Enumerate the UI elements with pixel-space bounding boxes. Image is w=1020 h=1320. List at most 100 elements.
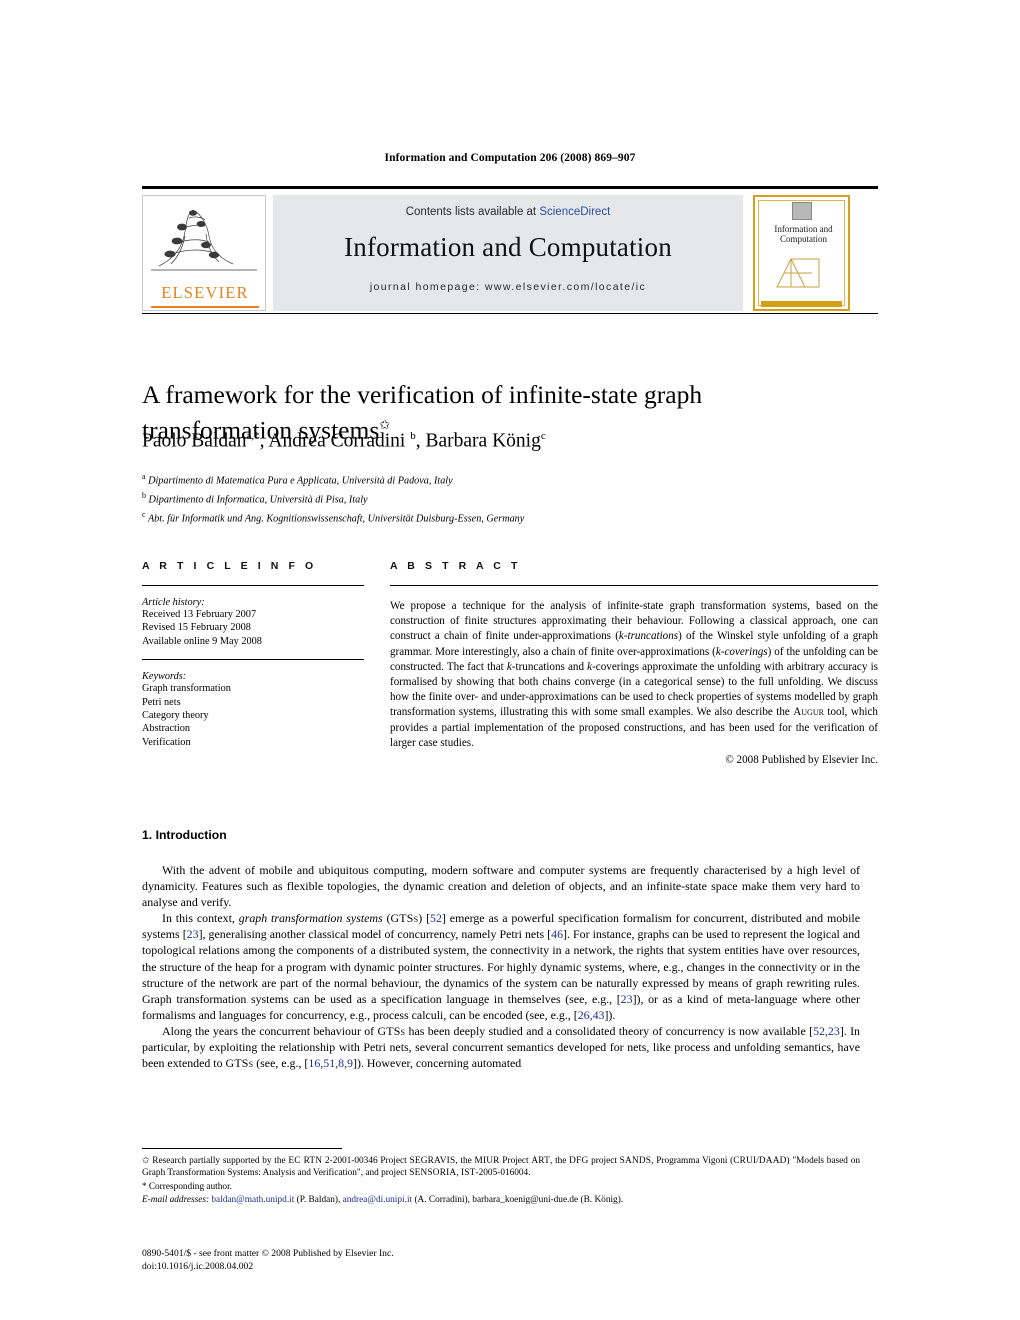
cover-swatch	[791, 202, 812, 220]
author-name: Paolo Baldan	[142, 430, 247, 452]
body-paragraph: Along the years the concurrent behaviour…	[142, 1023, 860, 1071]
email-label: E-mail addresses:	[142, 1195, 210, 1206]
elsevier-rule	[151, 306, 259, 308]
journal-info-box: Contents lists available at ScienceDirec…	[273, 195, 743, 311]
footnote-corresponding: * Corresponding author.	[142, 1180, 860, 1193]
body-paragraph: With the advent of mobile and ubiquitous…	[142, 863, 860, 910]
acronym: SENSORIA	[409, 1168, 457, 1179]
abstract-column: A B S T R A C T We propose a technique f…	[390, 560, 878, 766]
footnote-corresponding-text: Corresponding author.	[148, 1182, 232, 1193]
footnote-funding-mark: ✩	[142, 1155, 150, 1165]
affiliation-text: Dipartimento di Matematica Pura e Applic…	[148, 475, 453, 487]
abstract-copyright: © 2008 Published by Elsevier Inc.	[725, 754, 878, 767]
abstract-run: -truncations and	[511, 660, 588, 673]
footnote-funding-text: Research partially supported by the EC R…	[142, 1156, 860, 1179]
citation-link[interactable]: 52	[430, 911, 442, 925]
acronym: DFG	[569, 1156, 589, 1166]
masthead-bottom-rule	[142, 313, 878, 315]
acronym-gts: GTSs	[390, 911, 419, 926]
acronym: DAAD	[758, 1156, 787, 1166]
abstract-text: We propose a technique for the analysis …	[390, 599, 878, 751]
footnote-funding: ✩ Research partially supported by the EC…	[142, 1154, 860, 1179]
affiliation-text: Abt. für Informatik und Ang. Kognitionsw…	[147, 513, 525, 525]
footnote-rule	[142, 1148, 342, 1149]
acronym: SEGRAVIS	[409, 1156, 456, 1166]
citation-link[interactable]: 23	[187, 927, 199, 941]
journal-cover-thumbnail: Information and Computation	[753, 195, 850, 311]
affiliation-text: Dipartimento di Informatica, Università …	[148, 494, 368, 506]
email-owner: (A. Corradini),	[412, 1195, 473, 1206]
affiliation-mark: a	[142, 472, 146, 481]
email-address: barbara_koenig@uni-due.de	[472, 1195, 579, 1206]
contents-available-line: Contents lists available at ScienceDirec…	[273, 206, 743, 218]
affiliation-mark: c	[142, 509, 146, 519]
imprint-block: 0890-5401/$ - see front matter © 2008 Pu…	[142, 1248, 860, 1273]
affiliation-item: a Dipartimento di Matematica Pura e Appl…	[142, 470, 902, 489]
abstract-run: k-coverings	[715, 645, 768, 658]
running-head: Information and Computation 206 (2008) 8…	[384, 152, 636, 164]
citation-link[interactable]: 52,23	[813, 1024, 840, 1038]
abstract-run: Augur	[793, 706, 824, 719]
history-available-online: Available online 9 May 2008	[142, 635, 262, 647]
acronym: EC RTN	[288, 1156, 323, 1166]
abstract-run: k-truncations	[618, 630, 679, 643]
acronym-gts: GTSs	[377, 1023, 406, 1038]
article-info-heading: A R T I C L E I N F O	[142, 560, 317, 572]
footnote-emails: E-mail addresses: baldan@math.unipd.it (…	[142, 1194, 860, 1206]
affiliation-item: b Dipartimento di Informatica, Universit…	[142, 489, 902, 508]
author-list: Paolo Baldana,*, Andrea Corradini b, Bar…	[142, 430, 546, 452]
body-paragraph: In this context, graph transformation sy…	[142, 911, 860, 1022]
acronym: IST	[460, 1168, 476, 1179]
paper-page: Information and Computation 206 (2008) 8…	[0, 0, 1020, 1320]
keyword-item: Petri nets	[142, 696, 181, 708]
sciencedirect-link[interactable]: ScienceDirect	[539, 206, 610, 218]
journal-title: Information and Computation	[344, 232, 672, 262]
section-number: 1.	[142, 828, 153, 842]
acronym: SANDS	[619, 1156, 652, 1166]
section-title: Introduction	[155, 828, 227, 842]
email-owner: (P. Baldan),	[294, 1195, 343, 1206]
citation-link[interactable]: 23	[621, 992, 633, 1006]
elsevier-wordmark: ELSEVIER	[161, 283, 249, 302]
email-address[interactable]: andrea@di.unipi.it	[343, 1195, 413, 1205]
emphasis: graph transformation systems	[238, 911, 383, 926]
citation-link[interactable]: 16,51,8,9	[308, 1056, 353, 1070]
abstract-rule	[390, 585, 878, 586]
citation-link[interactable]: 26,43	[578, 1008, 605, 1022]
citation-link[interactable]: 46	[551, 927, 563, 941]
cover-footer-band	[761, 301, 842, 307]
info-rule-top	[142, 585, 364, 586]
email-owner: (B. König).	[578, 1195, 624, 1206]
history-received: Received 13 February 2007	[142, 609, 257, 620]
affiliation-mark: b	[142, 490, 146, 500]
elsevier-logo: ELSEVIER	[142, 195, 266, 311]
cover-title: Information and Computation	[774, 224, 833, 244]
keyword-item: Abstraction	[142, 723, 191, 735]
elsevier-tree-icon	[149, 200, 259, 274]
keyword-item: Verification	[142, 736, 191, 748]
acronym: ART	[531, 1156, 551, 1166]
email-address[interactable]: baldan@math.unipd.it	[211, 1195, 294, 1205]
acronym: CRUI	[733, 1156, 757, 1166]
keywords-label: Keywords:	[142, 671, 187, 683]
footnote-block: ✩ Research partially supported by the EC…	[142, 1154, 860, 1207]
section-heading: 1. Introduction	[142, 828, 227, 842]
acronym: MIUR	[474, 1156, 500, 1166]
abstract-heading: A B S T R A C T	[390, 560, 521, 572]
acronym-gts: GTSs	[225, 1056, 254, 1071]
masthead-top-rule	[142, 186, 878, 189]
affiliation-item: c Abt. für Informatik und Ang. Kognition…	[142, 508, 902, 527]
history-revised: Revised 15 February 2008	[142, 622, 251, 634]
issn-line: 0890-5401/$ - see front matter © 2008 Pu…	[142, 1248, 394, 1259]
article-history-label: Article history:	[142, 597, 205, 608]
doi-line: doi:10.1016/j.ic.2008.04.002	[142, 1260, 254, 1272]
author-marks: c	[540, 430, 546, 442]
section-body: With the advent of mobile and ubiquitous…	[142, 862, 860, 1071]
author-marks: a,*	[246, 430, 260, 442]
journal-homepage-link[interactable]: journal homepage: www.elsevier.com/locat…	[273, 281, 743, 293]
keyword-item: Category theory	[142, 710, 209, 722]
affiliation-list: a Dipartimento di Matematica Pura e Appl…	[142, 470, 902, 527]
info-rule-mid	[142, 659, 364, 661]
author-name: Barbara König	[425, 430, 541, 452]
author-name: Andrea Corradini	[268, 430, 406, 452]
